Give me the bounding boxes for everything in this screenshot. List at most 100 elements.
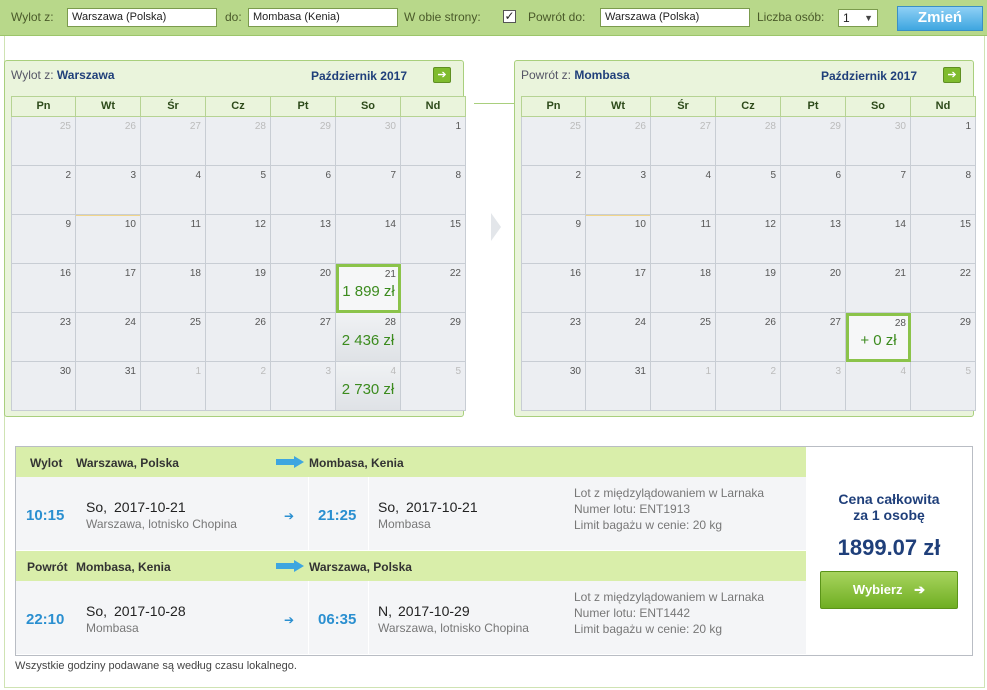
outbound-to: Mombasa, Kenia (309, 456, 404, 470)
day-number: 27 (829, 317, 841, 328)
to-input[interactable]: Mombasa (Kenia) (248, 8, 398, 27)
total-price-label-line1: Cena całkowita (838, 491, 940, 507)
day-number: 17 (634, 268, 646, 279)
divider (308, 477, 309, 550)
return-label: Powrót do: (528, 10, 586, 24)
calendar-day: 24 (76, 313, 141, 362)
people-label: Liczba osób: (757, 10, 825, 24)
day-number: 5 (455, 366, 461, 377)
day-number: 3 (640, 170, 646, 181)
day-number: 2 (260, 366, 266, 377)
outbound-header: Wylot Warszawa, Polska Mombasa, Kenia (16, 447, 806, 477)
from-input[interactable]: Warszawa (Polska) (67, 8, 217, 27)
calendar-day: 26 (76, 117, 141, 166)
calendar-day: 27 (271, 313, 336, 362)
calendar-day-with-price[interactable]: 4 2 730 zł (336, 362, 401, 411)
calendar-day: 14 (846, 215, 911, 264)
calendar-day: 22 (401, 264, 466, 313)
day-number: 30 (384, 121, 396, 132)
calendar-day: 11 (651, 215, 716, 264)
divider (308, 581, 309, 654)
people-select[interactable]: 1 ▼ (838, 9, 878, 27)
day-number: 3 (130, 170, 136, 181)
inbound-departure-place: Mombasa (86, 621, 139, 635)
calendar-day: 2 (521, 166, 586, 215)
day-number: 4 (195, 170, 201, 181)
day-number: 5 (965, 366, 971, 377)
roundtrip-checkbox[interactable]: ✓ (503, 10, 516, 23)
day-number: 30 (894, 121, 906, 132)
calendar-day-with-price[interactable]: 28 2 436 zł (336, 313, 401, 362)
calendar-day-with-price[interactable]: 28 + 0 zł (846, 313, 911, 362)
day-number: 8 (965, 170, 971, 181)
calendar-day: 6 (271, 166, 336, 215)
calendar-day: 1 (141, 362, 206, 411)
calendar-day: 23 (11, 313, 76, 362)
roundtrip-label: W obie strony: (404, 10, 481, 24)
day-number: 30 (59, 366, 71, 377)
day-number: 9 (65, 219, 71, 230)
calendar-day: 7 (336, 166, 401, 215)
day-number: 25 (569, 121, 581, 132)
day-price: 1 899 zł (342, 283, 395, 300)
day-number: 29 (829, 121, 841, 132)
inbound-header: Powrót Mombasa, Kenia Warszawa, Polska (16, 551, 806, 581)
day-number: 25 (59, 121, 71, 132)
day-number: 21 (894, 268, 906, 279)
people-value: 1 (843, 11, 850, 25)
day-number: 4 (390, 366, 396, 377)
day-number: 10 (634, 219, 646, 230)
calendar-day: 15 (911, 215, 976, 264)
calendar-day-with-price[interactable]: 21 1 899 zł (336, 264, 401, 313)
weekday-label: Nd (911, 96, 976, 117)
calendar-day: 11 (141, 215, 206, 264)
calendar-day: 25 (521, 117, 586, 166)
total-price-label: Cena całkowita za 1 osobę (806, 491, 972, 523)
day-number: 29 (319, 121, 331, 132)
return-input[interactable]: Warszawa (Polska) (600, 8, 750, 27)
calendar-day: 3 (76, 166, 141, 215)
weekday-label: Cz (716, 96, 781, 117)
calendar-day: 20 (781, 264, 846, 313)
outbound-flight-info: Lot z międzylądowaniem w Larnaka Numer l… (574, 485, 764, 533)
outbound-from: Warszawa, Polska (76, 456, 179, 470)
calendar-week: 30 31 1 2 3 4 2 730 zł 5 (11, 362, 466, 411)
return-calendar: Powrót z: Mombasa Październik 2017 ➔ Pn W… (514, 60, 976, 417)
flight-number: Numer lotu: ENT1442 (574, 606, 691, 620)
calendar-city: Warszawa (56, 68, 115, 82)
calendar-week: 25 26 27 28 29 30 1 (521, 117, 976, 166)
day-number: 2 (575, 170, 581, 181)
outbound-departure-time: 10:15 (26, 507, 65, 524)
weekday-label: Śr (141, 96, 206, 117)
inbound-to: Warszawa, Polska (309, 560, 412, 574)
calendar-day: 2 (716, 362, 781, 411)
day-number: 16 (569, 268, 581, 279)
inbound-details: 22:10 So, 2017-10-28 Mombasa ➔ 06:35 N, … (16, 581, 806, 654)
calendar-day: 30 (521, 362, 586, 411)
day-price: + 0 zł (860, 332, 897, 349)
day-number: 12 (254, 219, 266, 230)
outbound-departure-place: Warszawa, lotnisko Chopina (86, 517, 237, 531)
calendar-title: Wylot z: Warszawa (11, 68, 115, 82)
day-number: 13 (829, 219, 841, 230)
calendar-week: 9 10 11 12 13 14 15 (521, 215, 976, 264)
change-search-button[interactable]: Zmień (897, 6, 983, 31)
chevron-down-icon: ▼ (864, 13, 873, 23)
weekday-label: Pt (271, 96, 336, 117)
weekday-label: So (846, 96, 911, 117)
calendar-day: 5 (401, 362, 466, 411)
next-month-arrow-icon[interactable]: ➔ (433, 67, 451, 83)
weekday-label: Wt (586, 96, 651, 117)
day-number: 22 (959, 268, 971, 279)
day-number: 8 (455, 170, 461, 181)
calendar-day: 3 (586, 166, 651, 215)
day-number: 15 (449, 219, 461, 230)
next-month-arrow-icon[interactable]: ➔ (943, 67, 961, 83)
day-number: 2 (65, 170, 71, 181)
outbound-arrival-time: 21:25 (318, 507, 357, 524)
select-flight-button[interactable]: Wybierz ➔ (820, 571, 958, 609)
arrow-right-icon: ➔ (284, 613, 295, 627)
calendar-day: 5 (716, 166, 781, 215)
calendar-day: 29 (781, 117, 846, 166)
stopover-info: Lot z międzylądowaniem w Larnaka (574, 590, 765, 604)
